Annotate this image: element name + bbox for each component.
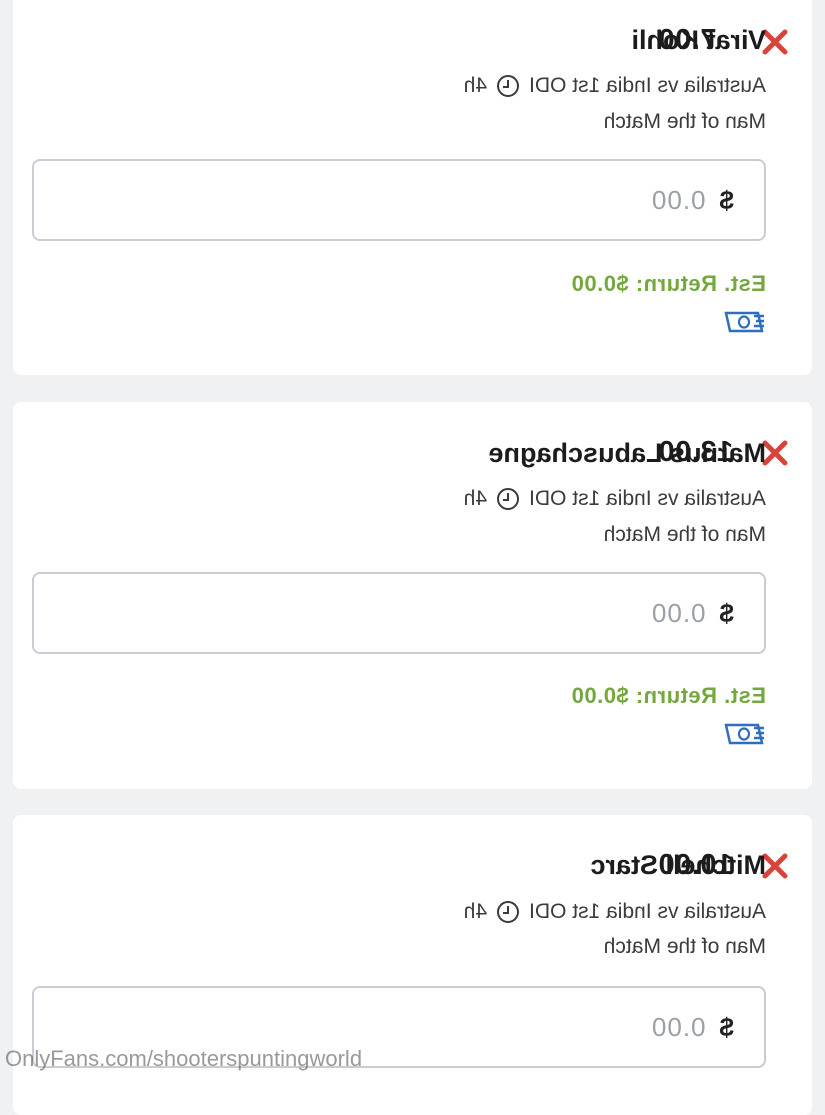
selection-name: Marnus Labuschagne	[488, 438, 766, 468]
bet-slip: 7.00 Virat Kohli Australia vs India 1st …	[0, 0, 825, 1115]
stake-input[interactable]: $ 0.00	[32, 159, 766, 241]
clock-icon	[497, 75, 520, 97]
cash-icon[interactable]	[722, 310, 766, 334]
clock-icon	[497, 488, 520, 510]
market-name: Man of the Match	[603, 523, 766, 546]
event-info: Australia vs India 1st ODI 4h	[464, 74, 766, 98]
event-name: Australia vs India 1st ODI	[529, 74, 766, 97]
stake-placeholder: 0.00	[650, 184, 706, 215]
market-name: Man of the Match	[603, 110, 766, 133]
currency-symbol: $	[719, 184, 734, 215]
stake-placeholder: 0.00	[650, 597, 706, 628]
event-info: Australia vs India 1st ODI 4h	[464, 900, 766, 924]
selection-name: Mitchell Starc	[590, 850, 766, 880]
event-name: Australia vs India 1st ODI	[529, 900, 766, 923]
stake-input[interactable]: $ 0.00	[32, 572, 766, 654]
stake-placeholder: 0.00	[650, 1011, 706, 1042]
bet-card: 13.00 Marnus Labuschagne Australia vs In…	[13, 402, 812, 789]
cash-icon[interactable]	[722, 722, 766, 746]
currency-symbol: $	[719, 1011, 734, 1042]
event-info: Australia vs India 1st ODI 4h	[464, 487, 766, 511]
market-name: Man of the Match	[603, 935, 766, 958]
clock-icon	[497, 901, 520, 923]
event-time: 4h	[463, 487, 488, 510]
selection-name: Virat Kohli	[631, 25, 766, 55]
estimated-return: Est. Return: $0.00	[571, 271, 766, 296]
estimated-return: Est. Return: $0.00	[571, 683, 766, 708]
watermark-text: OnlyFans.com/shooterspuntingworld	[5, 1046, 363, 1071]
bet-card: 7.00 Virat Kohli Australia vs India 1st …	[13, 0, 812, 375]
event-time: 4h	[463, 900, 488, 923]
currency-symbol: $	[719, 597, 734, 628]
event-name: Australia vs India 1st ODI	[529, 487, 766, 510]
event-time: 4h	[463, 74, 488, 97]
